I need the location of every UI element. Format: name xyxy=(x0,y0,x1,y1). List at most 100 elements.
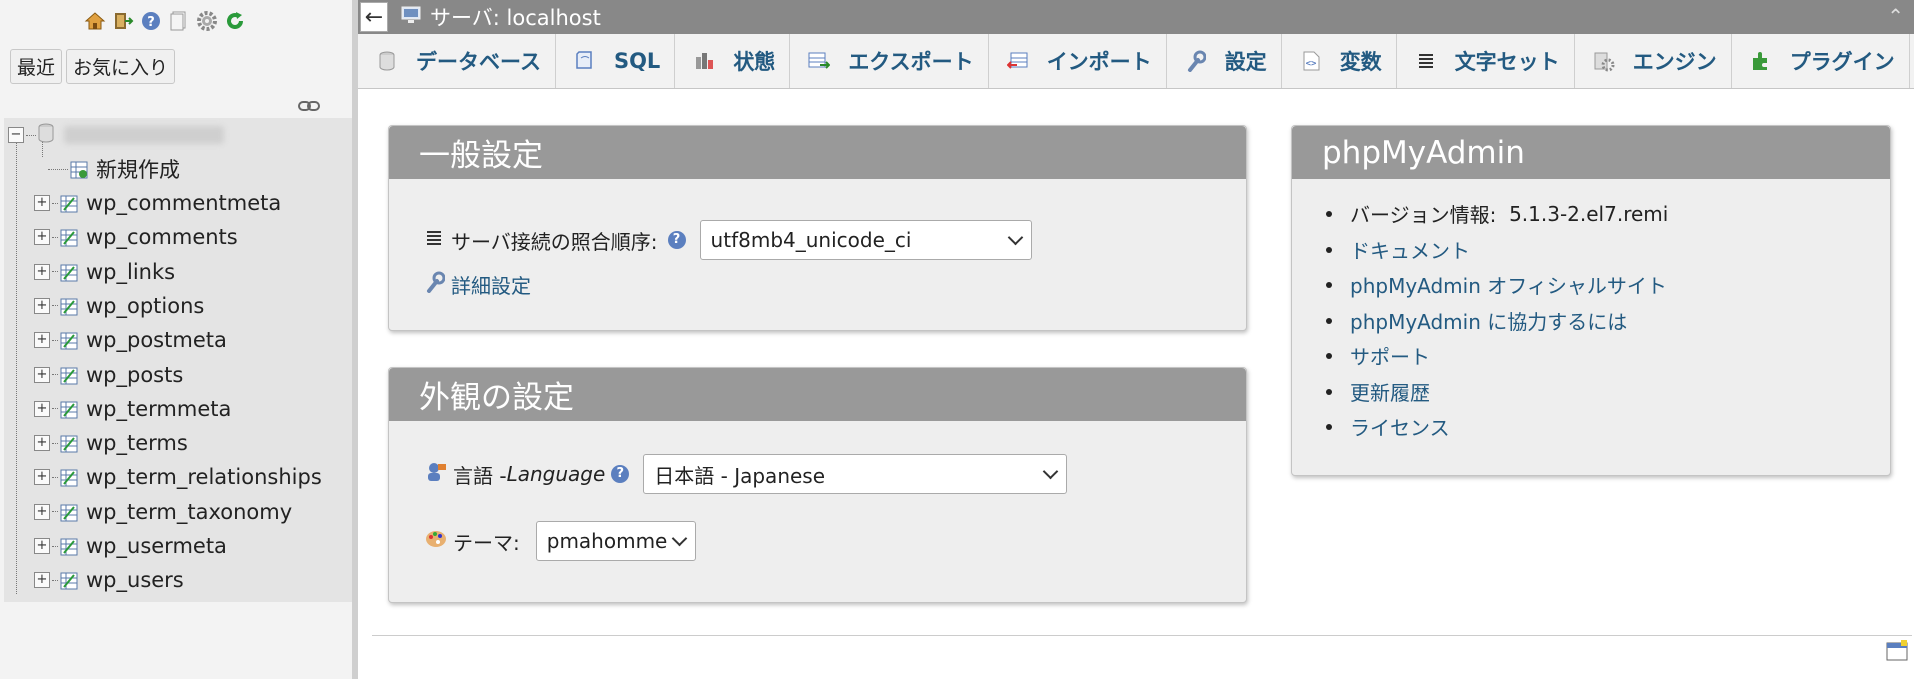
database-icon xyxy=(376,50,398,72)
table-name[interactable]: wp_usermeta xyxy=(86,534,227,558)
license-link[interactable]: ライセンス xyxy=(1350,412,1450,441)
server-menu: データベース SQL 状態 エクスポート インポート 設定 <> 変数 文字セット エンジン プラグ… xyxy=(358,34,1914,89)
tree-table-row[interactable]: + wp_term_taxonomy xyxy=(34,495,292,529)
tab-charset[interactable]: 文字セット xyxy=(1397,34,1575,88)
table-icon[interactable] xyxy=(60,263,78,282)
table-name[interactable]: wp_links xyxy=(86,260,175,284)
collation-help-icon[interactable]: ? xyxy=(667,231,686,249)
collation-select[interactable]: utf8mb4_unicode_ci xyxy=(699,220,1032,260)
table-icon[interactable] xyxy=(60,400,78,419)
table-name[interactable]: wp_commentmeta xyxy=(86,191,281,215)
tab-recent[interactable]: 最近 xyxy=(10,49,63,84)
theme-select[interactable]: pmahomme xyxy=(535,521,696,561)
expand-toggle[interactable]: + xyxy=(34,469,50,486)
help-icon[interactable]: ? xyxy=(140,10,162,32)
changelog-link[interactable]: 更新履歴 xyxy=(1350,377,1430,406)
table-icon[interactable] xyxy=(60,228,78,247)
tab-variables[interactable]: <> 変数 xyxy=(1282,34,1397,88)
expand-toggle[interactable]: + xyxy=(34,400,50,417)
expand-toggle[interactable]: + xyxy=(34,229,50,246)
table-icon[interactable] xyxy=(60,366,78,384)
table-icon[interactable] xyxy=(60,194,78,213)
table-name[interactable]: wp_postmeta xyxy=(86,328,227,352)
tab-export[interactable]: エクスポート xyxy=(790,34,989,88)
console-icon[interactable] xyxy=(1886,640,1908,667)
expand-toggle[interactable]: + xyxy=(34,435,50,452)
table-icon[interactable] xyxy=(60,468,78,487)
official-site-link[interactable]: phpMyAdmin オフィシャルサイト xyxy=(1350,270,1667,299)
tree-table-row[interactable]: + wp_commentmeta xyxy=(34,186,281,220)
nav-resizer[interactable] xyxy=(352,0,358,679)
list-item: サポート xyxy=(1325,338,1668,374)
tree-table-row[interactable]: + wp_comments xyxy=(34,220,238,254)
tree-table-row[interactable]: + wp_options xyxy=(34,289,204,323)
table-name[interactable]: wp_posts xyxy=(86,363,183,387)
collation-value: utf8mb4_unicode_ci xyxy=(710,228,912,252)
export-icon xyxy=(808,50,831,72)
tab-wrench[interactable]: 設定 xyxy=(1167,34,1282,88)
collapse-toggle[interactable]: − xyxy=(8,127,24,143)
table-icon[interactable] xyxy=(60,331,78,350)
tab-label: 変数 xyxy=(1339,50,1382,74)
language-value: 日本語 - Japanese xyxy=(654,463,826,488)
more-settings-link[interactable]: 詳細設定 xyxy=(451,270,531,299)
table-icon[interactable] xyxy=(60,434,78,453)
tab-plugin[interactable]: プラグイン xyxy=(1732,34,1910,88)
tree-table-row[interactable]: + wp_usermeta xyxy=(34,529,227,563)
table-name[interactable]: wp_termmeta xyxy=(86,397,231,421)
expand-toggle[interactable]: + xyxy=(34,538,50,554)
tab-sql[interactable]: SQL xyxy=(556,34,676,88)
tab-import[interactable]: インポート xyxy=(989,34,1167,88)
table-name[interactable]: wp_term_relationships xyxy=(86,465,322,489)
expand-toggle[interactable]: + xyxy=(34,195,50,211)
link-icon[interactable] xyxy=(298,94,320,118)
logout-icon[interactable] xyxy=(112,10,134,32)
expand-toggle[interactable]: + xyxy=(34,297,50,314)
expand-toggle[interactable]: + xyxy=(34,263,50,280)
table-icon[interactable] xyxy=(60,537,78,556)
collation-label: サーバ接続の照合順序: xyxy=(451,229,658,254)
documentation-link[interactable]: ドキュメント xyxy=(1350,235,1470,264)
reload-icon[interactable] xyxy=(224,10,246,32)
home-icon[interactable] xyxy=(84,10,106,32)
tree-table-row[interactable]: + wp_terms xyxy=(34,426,188,460)
status-icon xyxy=(693,50,715,72)
collapse-menu-icon[interactable]: ⌃ xyxy=(1887,4,1904,28)
table-name[interactable]: wp_term_taxonomy xyxy=(86,500,292,524)
tree-table-row[interactable]: + wp_termmeta xyxy=(34,392,231,426)
table-icon[interactable] xyxy=(60,571,78,590)
charset-icon xyxy=(1415,50,1437,72)
tree-table-row[interactable]: + wp_term_relationships xyxy=(34,460,322,494)
table-name[interactable]: wp_terms xyxy=(86,431,188,455)
tab-label: SQL xyxy=(613,49,661,73)
tree-table-row[interactable]: + wp_links xyxy=(34,255,175,289)
tree-table-row[interactable]: + wp_posts xyxy=(34,358,183,392)
support-link[interactable]: サポート xyxy=(1350,341,1430,370)
table-name[interactable]: wp_options xyxy=(86,294,204,318)
expand-toggle[interactable]: + xyxy=(34,332,50,349)
expand-toggle[interactable]: + xyxy=(34,572,50,589)
tab-database[interactable]: データベース xyxy=(358,34,556,88)
tree-new-item[interactable]: 新規作成 xyxy=(48,152,180,186)
language-select[interactable]: 日本語 - Japanese xyxy=(643,454,1068,494)
table-icon[interactable] xyxy=(60,297,78,316)
table-name[interactable]: wp_users xyxy=(86,568,184,592)
table-name[interactable]: wp_comments xyxy=(86,225,238,249)
toggle-nav-button[interactable]: ← xyxy=(360,2,388,32)
nav-tabs: 最近 お気に入り xyxy=(10,49,176,84)
language-help-icon[interactable]: ? xyxy=(611,465,630,483)
table-icon[interactable] xyxy=(60,503,78,522)
docs-icon[interactable] xyxy=(168,10,190,32)
database-name-redacted[interactable] xyxy=(64,126,224,144)
tree-table-row[interactable]: + wp_postmeta xyxy=(34,323,227,357)
tab-engine[interactable]: エンジン xyxy=(1575,34,1732,88)
tree-database-row[interactable]: − xyxy=(8,118,224,152)
expand-toggle[interactable]: + xyxy=(34,503,50,520)
tab-favorites[interactable]: お気に入り xyxy=(66,49,176,84)
server-breadcrumb[interactable]: サーバ: localhost xyxy=(430,2,601,32)
expand-toggle[interactable]: + xyxy=(34,366,50,383)
tab-status[interactable]: 状態 xyxy=(675,34,791,88)
contribute-link[interactable]: phpMyAdmin に協力するには xyxy=(1350,306,1627,335)
gear-icon[interactable] xyxy=(196,10,218,32)
tree-table-row[interactable]: + wp_users xyxy=(34,563,184,597)
